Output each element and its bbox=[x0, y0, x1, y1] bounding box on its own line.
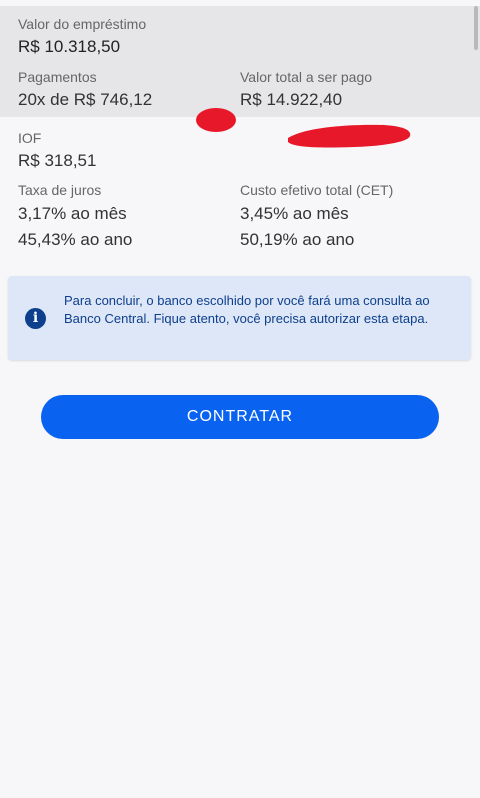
cet-year: 50,19% ao ano bbox=[240, 230, 355, 249]
contract-button[interactable]: CONTRATAR bbox=[41, 395, 439, 439]
total-amount-label: Valor total a ser pago bbox=[240, 69, 373, 85]
cet-label: Custo efetivo total (CET) bbox=[240, 182, 394, 198]
payments-value: 20x de R$ 746,12 bbox=[18, 90, 153, 109]
iof-value: R$ 318,51 bbox=[18, 151, 97, 170]
cet-month: 3,45% ao mês bbox=[240, 204, 349, 223]
interest-rate-year: 45,43% ao ano bbox=[18, 230, 133, 249]
loan-amount-label: Valor do empréstimo bbox=[18, 16, 147, 32]
red-scribble-line bbox=[288, 124, 411, 148]
notice-box: i Para concluir, o banco escolhido por v… bbox=[8, 276, 471, 360]
red-scribble-dot bbox=[196, 108, 236, 132]
loan-amount-value: R$ 10.318,50 bbox=[18, 37, 121, 56]
iof-label: IOF bbox=[18, 130, 42, 146]
payments-label: Pagamentos bbox=[18, 69, 97, 85]
interest-rate-month: 3,17% ao mês bbox=[18, 204, 127, 223]
notice-text: Para concluir, o banco escolhido por voc… bbox=[64, 293, 430, 326]
scrollbar-thumb[interactable] bbox=[474, 6, 478, 50]
scrollbar[interactable] bbox=[474, 0, 480, 798]
interest-rate-label: Taxa de juros bbox=[18, 182, 102, 198]
info-icon: i bbox=[25, 308, 46, 329]
total-amount-value: R$ 14.922,40 bbox=[240, 90, 343, 109]
